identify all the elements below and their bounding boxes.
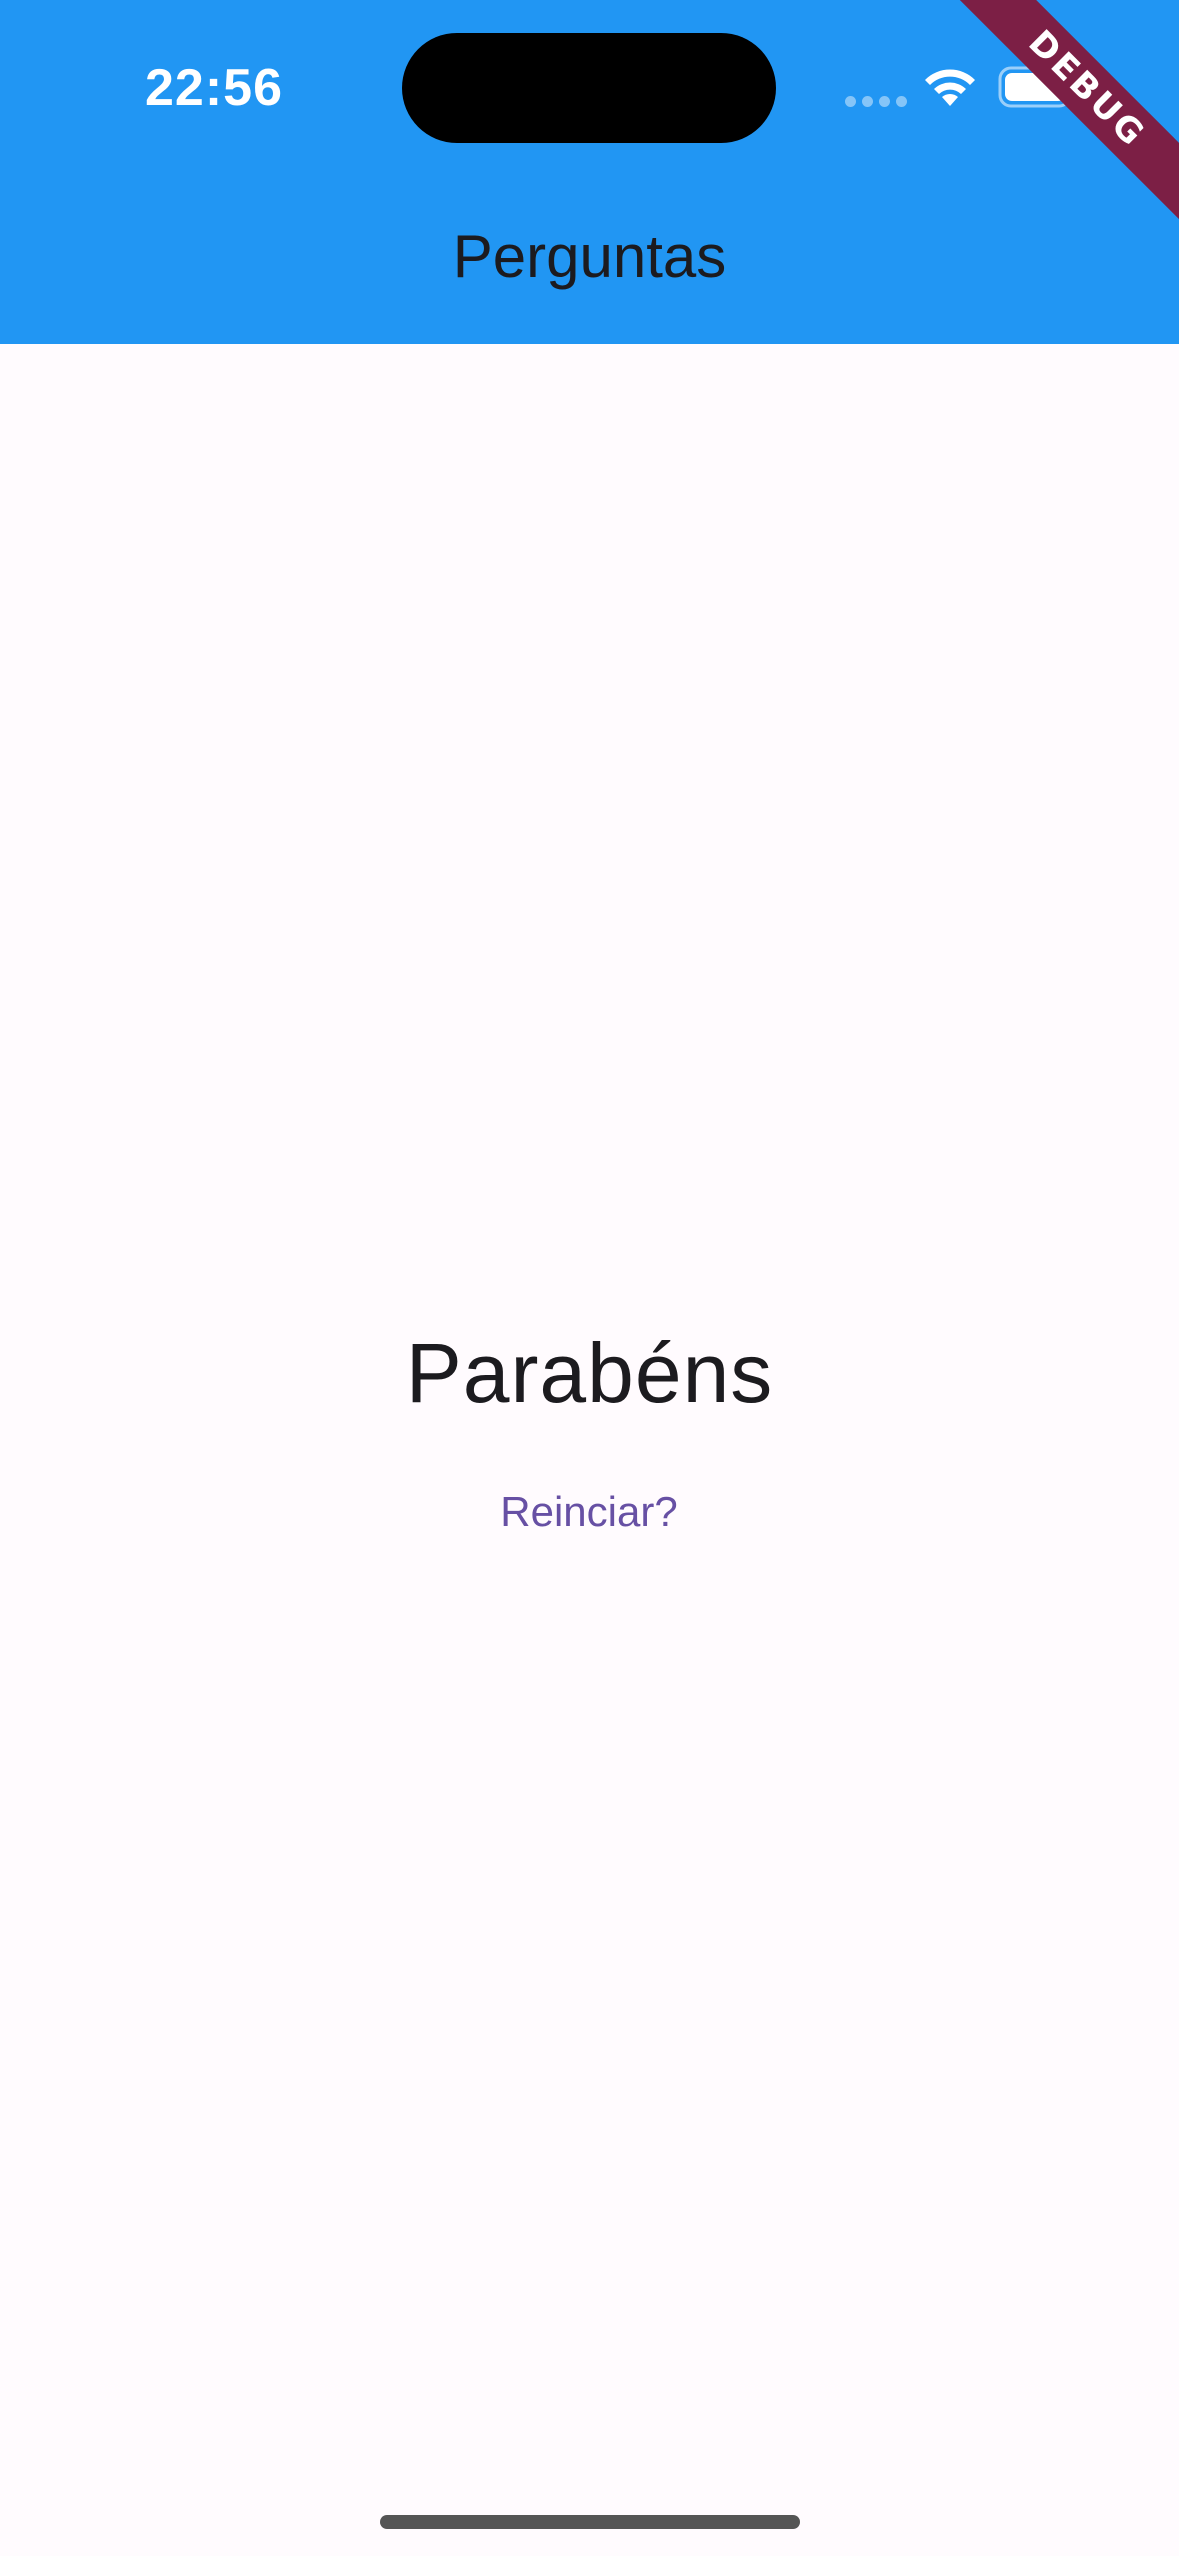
dynamic-island (402, 33, 776, 143)
battery-icon (998, 66, 1077, 108)
result-message: Parabéns (405, 1326, 774, 1420)
home-indicator[interactable] (380, 2515, 800, 2529)
wifi-icon (925, 69, 975, 106)
page-title: Perguntas (452, 223, 727, 290)
restart-button[interactable]: Reinciar? (464, 1474, 714, 1550)
app-bar: 22:56 Perguntas (0, 0, 1179, 344)
status-time: 22:56 (145, 59, 283, 117)
cellular-signal-icon (845, 96, 907, 107)
